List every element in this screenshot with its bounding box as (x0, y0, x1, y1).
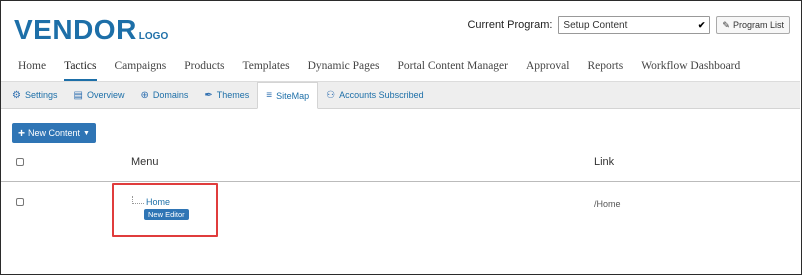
nav-item-templates[interactable]: Templates (243, 51, 290, 81)
document-icon: ▤ (73, 89, 83, 101)
nav-item-tactics[interactable]: Tactics (64, 51, 97, 81)
plus-icon: + (18, 126, 26, 140)
row-checkbox[interactable] (16, 198, 24, 206)
vendor-logo[interactable]: VENDOR LOGO (14, 14, 168, 46)
nav-item-products[interactable]: Products (184, 51, 224, 81)
tab-label: Themes (216, 90, 250, 100)
nav-label: Portal Content Manager (397, 60, 508, 72)
tab-label: Overview (86, 90, 125, 100)
select-all-checkbox[interactable] (16, 158, 24, 166)
gear-icon: ⚙ (12, 89, 21, 101)
nav-item-reports[interactable]: Reports (587, 51, 623, 81)
new-content-label: New Content (28, 128, 81, 138)
nav-label: Products (184, 60, 225, 72)
logo-main-text: VENDOR (14, 14, 137, 45)
tab-label: Accounts Subscribed (339, 90, 424, 100)
paint-brush-icon: ✒ (204, 89, 213, 101)
program-list-button[interactable]: ✎ Program List (716, 16, 790, 34)
tab-domains[interactable]: ⊕ Domains (132, 82, 196, 108)
nav-label: Workflow Dashboard (641, 60, 741, 72)
nav-item-portal-content-manager[interactable]: Portal Content Manager (397, 51, 508, 81)
highlight-box (112, 183, 218, 237)
program-select[interactable]: Setup Content ✔ (558, 16, 711, 34)
caret-down-icon: ▼ (83, 129, 90, 137)
program-select-value: Setup Content (563, 19, 628, 31)
tab-label: Domains (152, 90, 189, 100)
nav-item-home[interactable]: Home (18, 51, 46, 81)
tab-label: SiteMap (276, 90, 310, 101)
nav-item-dynamic-pages[interactable]: Dynamic Pages (308, 51, 380, 81)
nav-label: Campaigns (114, 60, 167, 72)
pencil-icon: ✎ (722, 19, 730, 30)
column-header-link: Link (594, 156, 615, 168)
sub-nav: ⚙ Settings ▤ Overview ⊕ Domains ✒ Themes… (1, 81, 800, 109)
nav-item-approval[interactable]: Approval (526, 51, 569, 81)
nav-label: Reports (587, 60, 624, 72)
program-label: Current Program: (467, 19, 553, 31)
tab-themes[interactable]: ✒ Themes (196, 82, 257, 108)
tab-settings[interactable]: ⚙ Settings (4, 82, 66, 108)
program-list-label: Program List (732, 20, 784, 30)
globe-icon: ⊕ (140, 89, 149, 101)
nav-item-campaigns[interactable]: Campaigns (115, 51, 167, 81)
nav-label: Approval (526, 60, 570, 72)
users-icon: ⚇ (326, 89, 336, 101)
column-header-menu: Menu (131, 156, 159, 168)
new-content-button[interactable]: + New Content ▼ (12, 123, 96, 143)
logo-sub-text: LOGO (138, 31, 169, 42)
main-nav: Home Tactics Campaigns Products Template… (0, 51, 800, 81)
tab-sitemap[interactable]: ≡ SiteMap (257, 82, 319, 109)
nav-label: Dynamic Pages (307, 60, 380, 72)
nav-label: Templates (242, 60, 290, 72)
sitemap-icon: ≡ (266, 90, 273, 101)
nav-item-workflow-dashboard[interactable]: Workflow Dashboard (641, 51, 740, 81)
tab-overview[interactable]: ▤ Overview (66, 82, 133, 108)
chevron-down-icon: ✔ (697, 19, 706, 30)
nav-label: Home (18, 60, 47, 72)
tab-label: Settings (24, 90, 58, 100)
table-header: Menu Link (1, 150, 800, 182)
tab-accounts-subscribed[interactable]: ⚇ Accounts Subscribed (318, 82, 432, 108)
row-link-path: /Home (594, 199, 621, 209)
nav-label: Tactics (64, 60, 97, 72)
program-selector: Current Program: Setup Content ✔ ✎ Progr… (467, 16, 790, 34)
